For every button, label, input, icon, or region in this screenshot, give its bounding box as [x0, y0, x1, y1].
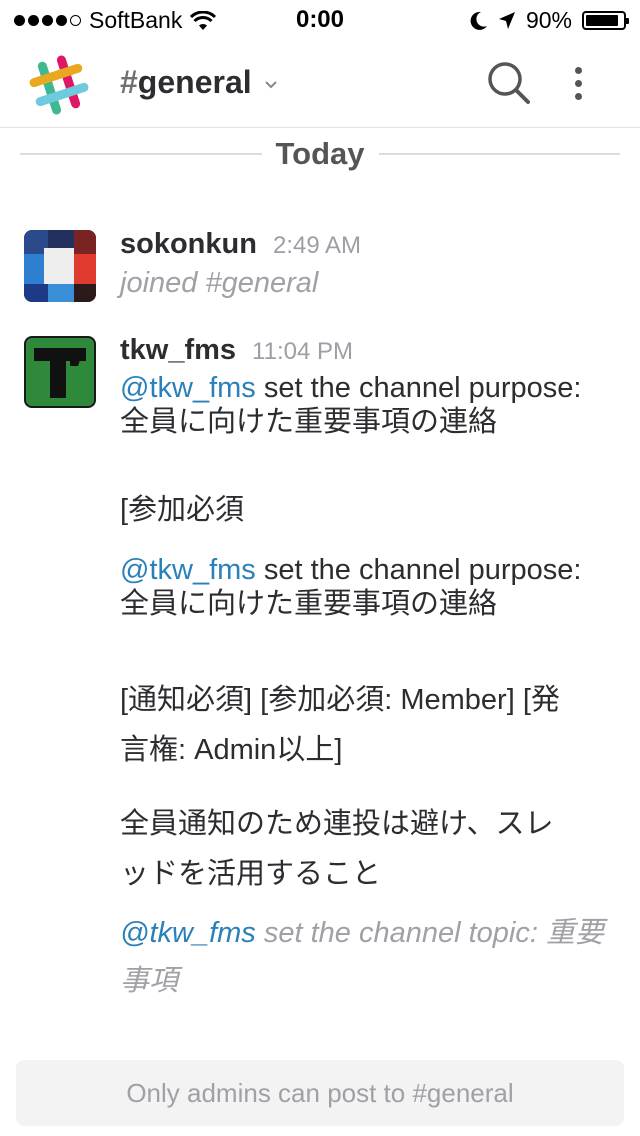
search-icon[interactable]	[486, 60, 532, 106]
message-timestamp: 2:49 AM	[272, 232, 362, 259]
message-text: set the channel purpose:	[255, 554, 582, 586]
slack-logo-icon[interactable]	[28, 54, 90, 116]
message-author[interactable]: tkw_fms	[120, 334, 236, 366]
message-item[interactable]: tkw_fms 11:04 PM @tkw_fms set the channel…	[0, 334, 640, 1024]
message-item[interactable]: sokonkun 2:49 AM joined #general	[0, 228, 640, 308]
moon-icon	[470, 11, 487, 30]
message-text: 全員に向けた重要事項の連絡	[120, 406, 498, 438]
channel-header: # general	[0, 40, 640, 128]
message-text: ッドを活用すること	[120, 858, 382, 890]
message-composer-disabled: Only admins can post to #general	[16, 1060, 624, 1126]
channel-hash: #	[120, 64, 138, 100]
location-arrow-icon	[498, 11, 515, 29]
mention-link[interactable]: @tkw_fms	[120, 372, 256, 404]
composer-placeholder: Only admins can post to #general	[126, 1077, 514, 1108]
battery-icon	[582, 11, 629, 30]
message-paragraph: 全員通知のため連投は避け、スレ ッドを活用すること	[120, 799, 624, 899]
battery-percent: 90%	[525, 7, 572, 33]
status-bar: SoftBank 0:00 90%	[0, 0, 640, 40]
date-divider-label: Today	[275, 136, 365, 171]
system-message-text: @tkw_fms set the channel topic: 重要 事項	[120, 909, 624, 1005]
message-text: [通知必須] [参加必須: Member] [発	[120, 684, 560, 716]
more-vertical-icon[interactable]	[560, 60, 596, 106]
message-text: set the channel topic: 重要	[255, 917, 604, 949]
message-text: 事項	[120, 965, 179, 997]
channel-name: general	[137, 64, 252, 100]
message-text: 言権: Admin以上]	[120, 734, 343, 766]
status-right: 90%	[470, 7, 629, 34]
avatar[interactable]	[24, 230, 96, 302]
message-author[interactable]: sokonkun	[120, 228, 257, 260]
date-divider: Today	[20, 134, 620, 174]
message-text: set the channel purpose:	[255, 372, 582, 404]
message-text: [参加必須	[120, 494, 245, 526]
message-paragraph: [通知必須] [参加必須: Member] [発 言権: Admin以上]	[120, 675, 624, 775]
message-text: 全員に向けた重要事項の連絡	[120, 588, 498, 620]
chevron-down-icon	[264, 80, 277, 88]
message-paragraph: @tkw_fms set the channel purpose:	[120, 553, 624, 587]
channel-title-button[interactable]: # general	[120, 64, 278, 101]
message-timestamp: 11:04 PM	[252, 338, 353, 365]
message-text: 全員通知のため連投は避け、スレ	[120, 808, 554, 840]
mention-link[interactable]: @tkw_fms	[120, 554, 256, 586]
message-paragraph: @tkw_fms set the channel purpose:	[120, 371, 624, 405]
message-body: @tkw_fms set the channel purpose: 全員に向けた…	[120, 371, 624, 1005]
system-message-text: joined #general	[120, 267, 319, 299]
avatar[interactable]	[24, 336, 96, 408]
mention-link[interactable]: @tkw_fms	[120, 917, 256, 949]
